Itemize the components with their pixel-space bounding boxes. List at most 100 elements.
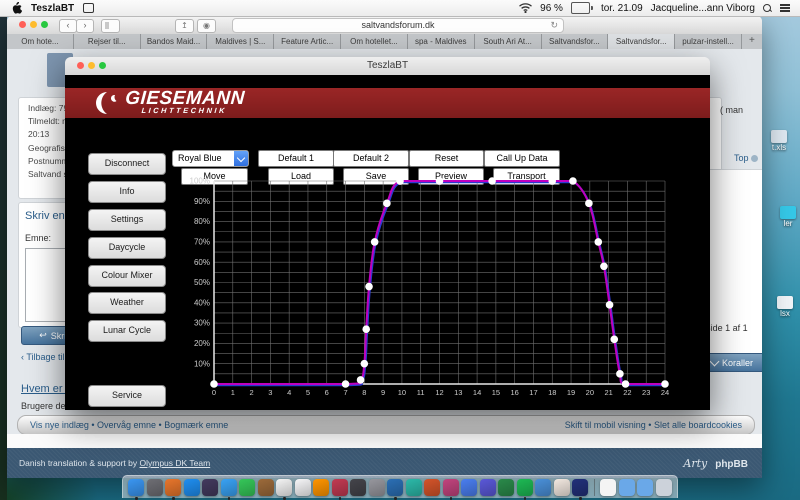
curve-point-21.9h[interactable] (622, 380, 630, 388)
dock-icon-ibooks[interactable] (313, 479, 329, 496)
curve-point-8h[interactable] (361, 360, 369, 368)
settings-button[interactable]: Settings (88, 209, 166, 231)
curve-point-20.75h[interactable] (600, 262, 608, 270)
reload-icon[interactable]: ↻ (550, 19, 558, 32)
info-button[interactable]: Info (88, 181, 166, 203)
dock-icon-pink-app[interactable] (443, 479, 459, 496)
dock-icon-spotify[interactable] (517, 479, 533, 496)
dock-icon-profile-app[interactable] (480, 479, 496, 496)
daycycle-chart[interactable]: 0123456789101112131415161718192021222324… (183, 171, 683, 403)
dock-icon-app-store[interactable] (184, 479, 200, 496)
dock-icon-finder[interactable] (128, 479, 144, 496)
dock-icon-red-app[interactable] (332, 479, 348, 496)
curve-point-21.6h[interactable] (616, 370, 624, 378)
service-button[interactable]: Service (88, 385, 166, 407)
dock-icon-trash[interactable] (656, 479, 672, 496)
dock-icon-calendar[interactable] (276, 479, 292, 496)
tab-5[interactable]: Feature Artic... (274, 34, 341, 49)
weather-button[interactable]: Weather (88, 292, 166, 314)
menu-user-name[interactable]: Jacqueline...ann Viborg (651, 3, 755, 14)
board-action-links[interactable]: Skift til mobil visning • Slet alle boar… (565, 420, 754, 430)
tab-11[interactable]: pulzar-instell... (675, 34, 742, 49)
tab-8[interactable]: South Ari At... (475, 34, 542, 49)
curve-point-8.25h[interactable] (365, 283, 373, 291)
desktop-file-3[interactable]: lsx (777, 296, 793, 318)
reset-button[interactable]: Reset (409, 150, 484, 167)
tab-2[interactable]: Rejser til... (74, 34, 141, 49)
curve-point-19.1h[interactable] (569, 177, 577, 185)
dock-icon-contacts[interactable] (461, 479, 477, 496)
phpbb-logo[interactable]: phpBB (715, 459, 748, 470)
dock-icon-teal-app[interactable] (406, 479, 422, 496)
lunar-cycle-button[interactable]: Lunar Cycle (88, 320, 166, 342)
curve-point-8.55h[interactable] (371, 238, 379, 246)
tab-3[interactable]: Bandos Maid... (141, 34, 208, 49)
curve-point-0h[interactable] (210, 380, 218, 388)
sidebar-toggle-icon[interactable] (101, 19, 120, 33)
curve-point-24h[interactable] (661, 380, 669, 388)
style-credit[interactable]: Arty (683, 457, 707, 470)
app-minimize-button[interactable] (88, 62, 95, 69)
curve-point-18h[interactable] (548, 177, 556, 185)
curve-point-21.05h[interactable] (606, 301, 614, 309)
dock-icon-launchpad[interactable] (147, 479, 163, 496)
app-zoom-button[interactable] (99, 62, 106, 69)
dock-icon-folder[interactable] (619, 479, 635, 496)
new-tab-button[interactable]: + (742, 34, 762, 49)
browser-close-button[interactable] (19, 21, 26, 28)
browser-zoom-button[interactable] (41, 21, 48, 28)
curve-point-9.2h[interactable] (383, 200, 391, 208)
dock-icon-stats-app[interactable] (498, 479, 514, 496)
curve-point-12h[interactable] (436, 177, 444, 185)
window-menu-icon[interactable] (83, 3, 94, 13)
share-icon[interactable]: ↥ (175, 19, 194, 33)
dock-icon-photos[interactable] (554, 479, 570, 496)
dock-icon-journal[interactable] (258, 479, 274, 496)
tab-4[interactable]: Maldives | S... (207, 34, 274, 49)
curve-point-9.9h[interactable] (396, 177, 404, 185)
address-bar[interactable]: saltvandsforum.dk ↻ (232, 18, 564, 33)
active-app-name[interactable]: TeszlaBT (31, 3, 74, 14)
notification-center-icon[interactable] (780, 4, 790, 11)
desktop-file-1[interactable]: t.xls (771, 130, 787, 152)
desktop-file-2[interactable]: ler (780, 206, 796, 228)
dock-icon-folder[interactable] (637, 479, 653, 496)
tab-7[interactable]: spa - Maldives (408, 34, 475, 49)
default-1-button[interactable]: Default 1 (258, 150, 334, 167)
top-link[interactable]: Top (734, 153, 758, 163)
disconnect-button[interactable]: Disconnect (88, 153, 166, 175)
dock-icon-safari[interactable] (221, 479, 237, 496)
wifi-icon[interactable] (519, 3, 532, 13)
battery-icon[interactable] (571, 2, 593, 14)
apple-icon[interactable] (12, 2, 22, 14)
channel-select[interactable]: Royal Blue (172, 150, 249, 167)
curve-point-19.95h[interactable] (585, 200, 593, 208)
topic-action-links[interactable]: Vis nye indlæg • Overvåg emne • Bogmærk … (18, 420, 228, 430)
curve-point-20.45h[interactable] (594, 238, 602, 246)
dock-icon-tiles-app[interactable] (165, 479, 181, 496)
dock-icon-document[interactable] (600, 479, 616, 496)
menu-clock[interactable]: tor. 21.09 (601, 3, 643, 14)
spotlight-search-icon[interactable] (763, 4, 772, 13)
dock-icon-teszla-app[interactable] (572, 479, 588, 496)
daycycle-button[interactable]: Daycycle (88, 237, 166, 259)
dock-icon-settings-gray[interactable] (369, 479, 385, 496)
curve-point-14.8h[interactable] (488, 177, 496, 185)
tab-10[interactable]: Saltvandsfor... (608, 34, 675, 49)
call-up-data-button[interactable]: Call Up Data (484, 150, 560, 167)
tab-6[interactable]: Om hotellet... (341, 34, 408, 49)
dock-icon-powerpoint[interactable] (424, 479, 440, 496)
tab-1[interactable]: Om hote... (7, 34, 74, 49)
dock-icon-settings-dark[interactable] (350, 479, 366, 496)
dock-icon-mail[interactable] (535, 479, 551, 496)
colour-mixer-button[interactable]: Colour Mixer (88, 265, 166, 287)
app-close-button[interactable] (77, 62, 84, 69)
app-title-bar[interactable]: TeszlaBT (65, 57, 710, 76)
dock-icon-photo-app[interactable] (202, 479, 218, 496)
curve-point-21.3h[interactable] (610, 336, 618, 344)
curve-point-7h[interactable] (342, 380, 350, 388)
olympus-link[interactable]: Olympus DK Team (139, 458, 210, 468)
back-button[interactable]: ‹ (59, 19, 77, 33)
dock-icon-itunes[interactable] (295, 479, 311, 496)
curve-point-8.1h[interactable] (362, 325, 370, 333)
